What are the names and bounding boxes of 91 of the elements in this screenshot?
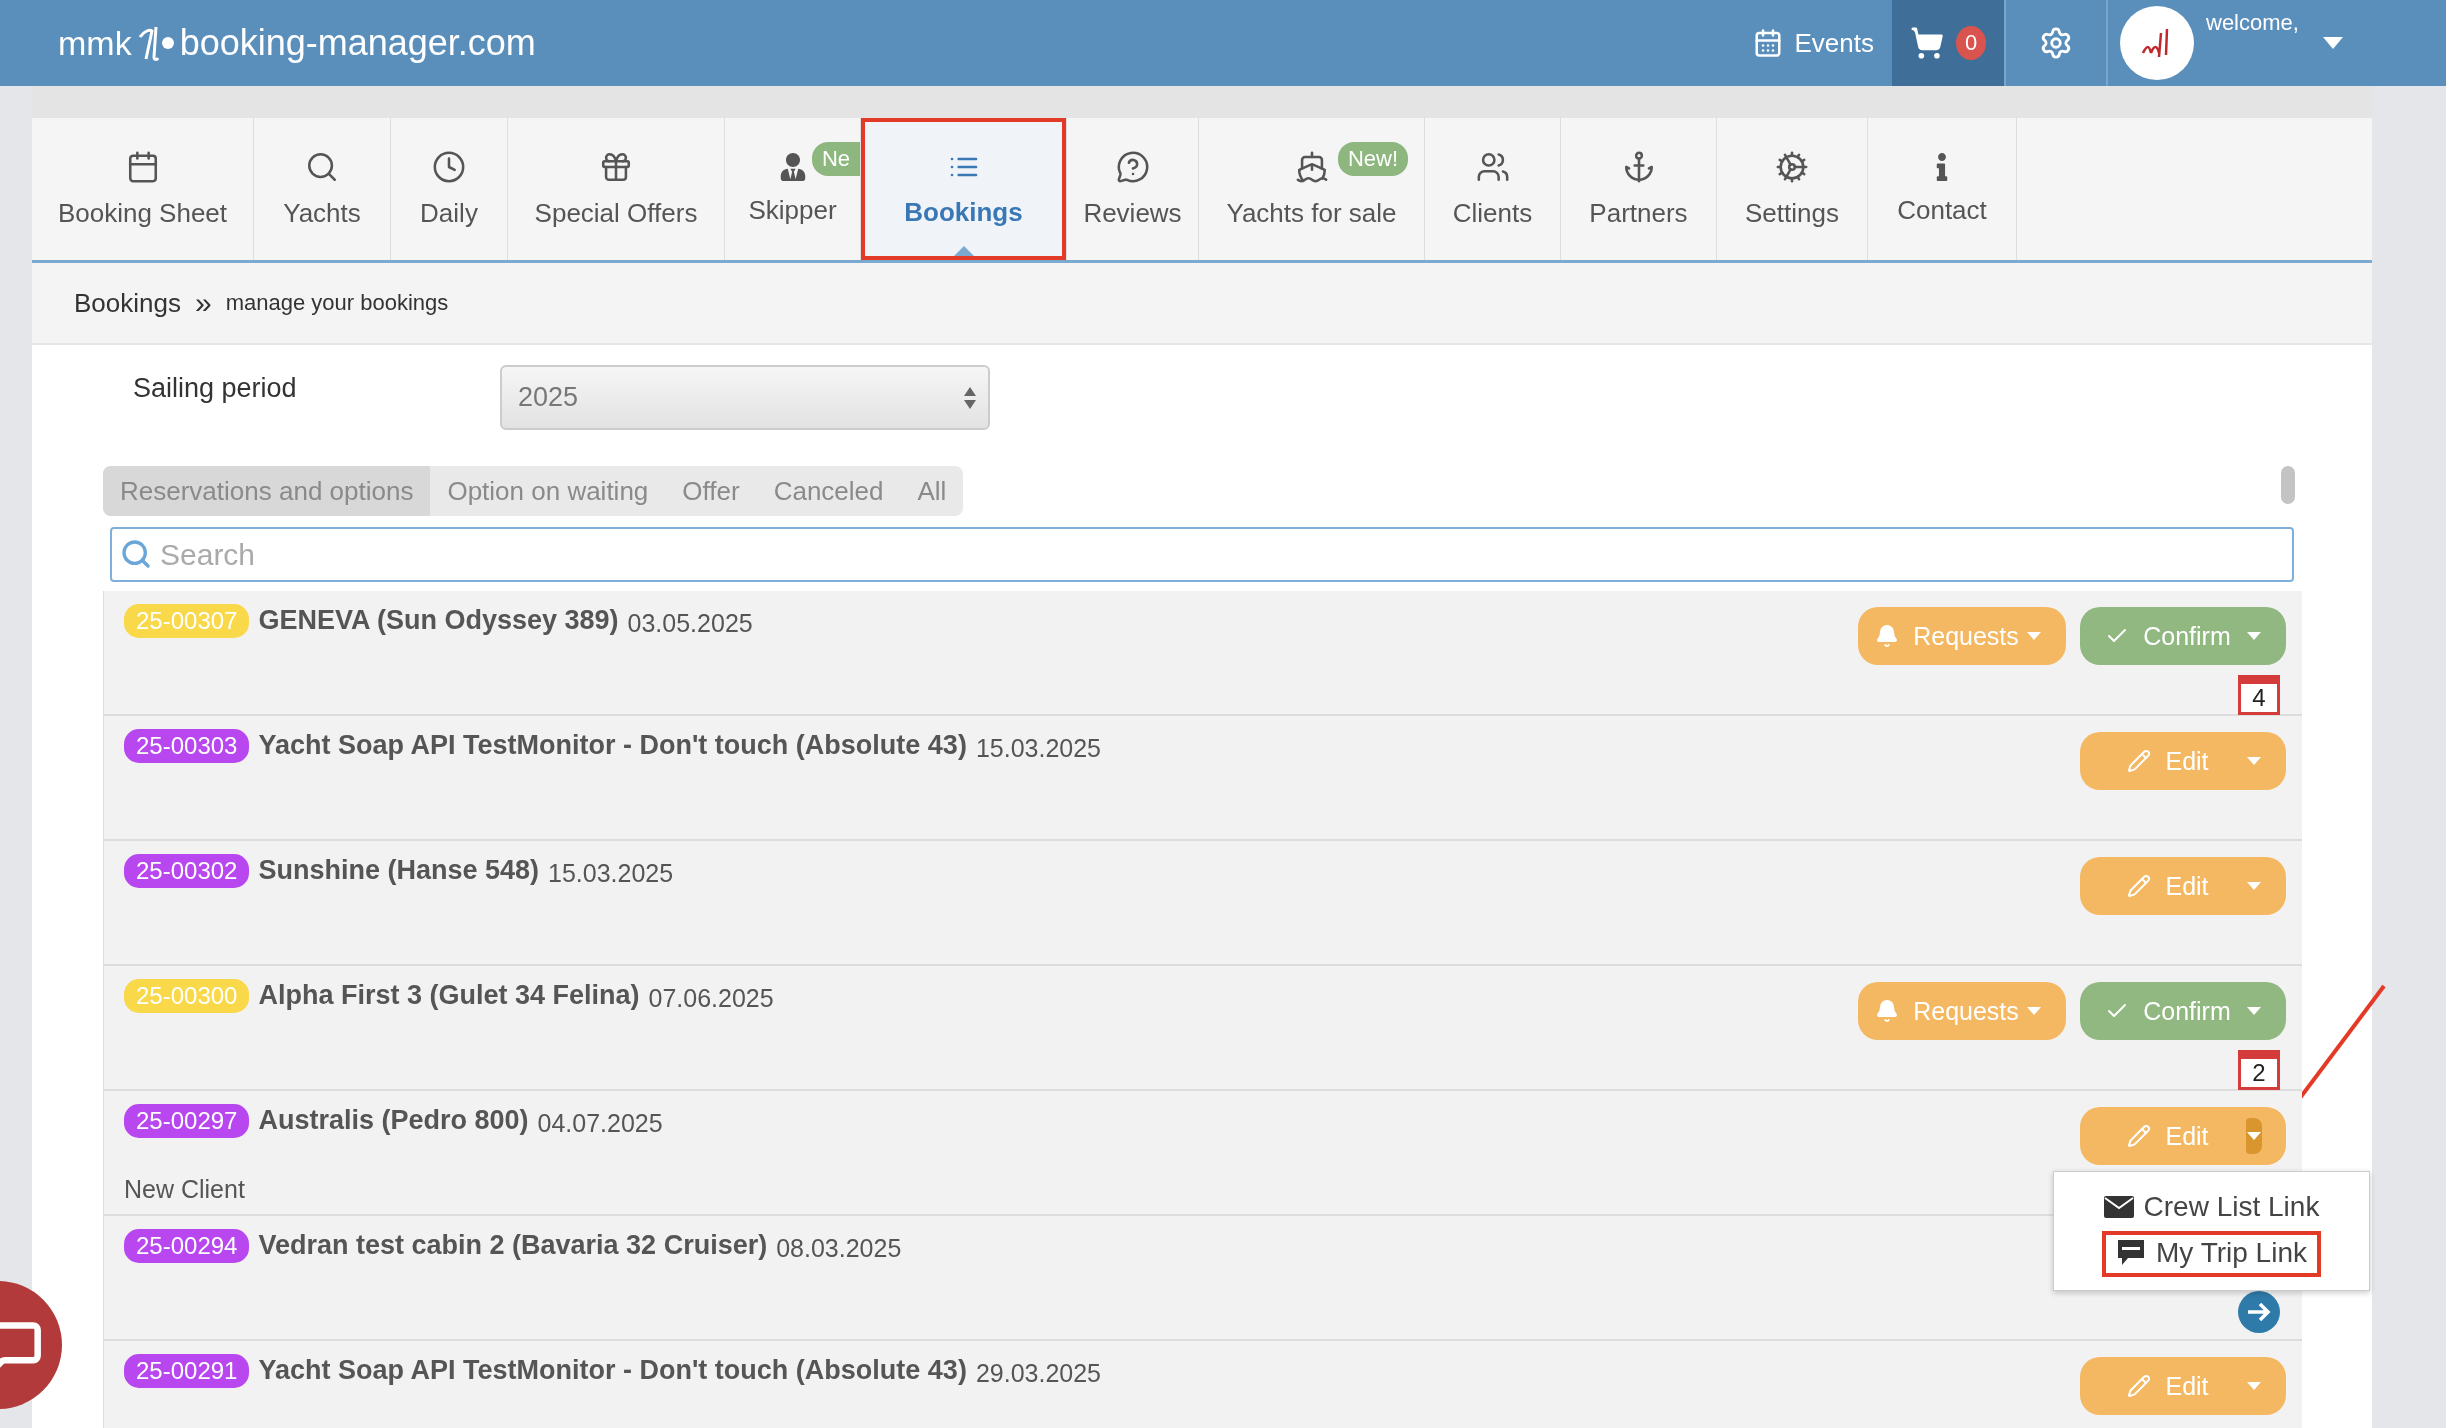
booking-row[interactable]: 25-00291 Yacht Soap API TestMonitor - Don't touch (Absolute 43) 29.03.2025 Edit	[103, 1341, 2302, 1428]
nav-tab[interactable]: Reviews	[1067, 118, 1199, 260]
logo-text: mmk	[58, 23, 132, 63]
clock-icon	[432, 149, 466, 184]
booking-title: Alpha First 3 (Gulet 34 Felina)	[258, 980, 640, 1011]
captain-icon	[778, 152, 807, 181]
nav-tab[interactable]: Clients	[1425, 118, 1561, 260]
booking-note: New Client	[124, 1175, 246, 1204]
ship-icon	[1294, 149, 1329, 184]
bell-icon	[1875, 624, 1900, 648]
speech-bubble-icon	[1115, 149, 1150, 184]
sailing-period-select[interactable]: 2025	[500, 365, 990, 430]
breadcrumb-title: Bookings	[74, 287, 181, 319]
breadcrumb-subtitle: manage your bookings	[225, 290, 449, 316]
pencil-icon	[2127, 1124, 2152, 1148]
booking-row[interactable]: 25-00303 Yacht Soap API TestMonitor - Don't touch (Absolute 43) 15.03.2025 Edit	[103, 716, 2302, 841]
cart-count: 0	[1956, 26, 1986, 60]
booking-id-badge: 25-00300	[124, 978, 250, 1013]
welcome-text: welcome,	[2206, 10, 2299, 36]
caret-icon	[2027, 632, 2041, 640]
booking-id-badge: 25-00297	[124, 1103, 250, 1138]
pencil-icon	[2127, 749, 2152, 773]
calendar-icon	[1752, 28, 1783, 58]
cart-icon	[1910, 26, 1944, 60]
booking-date: 15.03.2025	[548, 859, 674, 888]
calendar-count: 2	[2238, 1050, 2280, 1090]
booking-date: 03.05.2025	[627, 609, 753, 638]
scrollbar-thumb[interactable]	[2281, 466, 2295, 504]
nav-tab[interactable]: New! Yachts for sale	[1199, 118, 1425, 260]
caret-icon	[2247, 1382, 2261, 1390]
booking-date: 08.03.2025	[776, 1234, 902, 1263]
booking-id-badge: 25-00291	[124, 1353, 250, 1388]
nav-tab[interactable]: Settings	[1717, 118, 1868, 260]
caret-icon	[2247, 1132, 2261, 1140]
updown-arrows-icon	[964, 386, 976, 409]
dropdown-toggle[interactable]	[2026, 607, 2066, 665]
nav-tab[interactable]: Yachts	[254, 118, 391, 260]
calendar-count: 4	[2238, 675, 2280, 715]
new-badge: Ne	[811, 142, 860, 176]
booking-row[interactable]: 25-00307 GENEVA (Sun Odyssey 389) 03.05.2025 Requests Confirm 4	[103, 591, 2302, 716]
booking-date: 07.06.2025	[648, 984, 774, 1013]
booking-date: 29.03.2025	[975, 1359, 1101, 1388]
caret-icon[interactable]	[2322, 37, 2343, 49]
caret-icon	[2247, 757, 2261, 765]
nav-tab[interactable]: Special Offers	[508, 118, 725, 260]
envelope-icon	[2103, 1196, 2134, 1218]
logo-text: booking-manager.com	[179, 22, 536, 64]
booking-title: Sunshine (Hanse 548)	[258, 855, 540, 886]
gears-icon	[1775, 149, 1809, 184]
booking-title: Australis (Pedro 800)	[258, 1105, 529, 1136]
dropdown-toggle[interactable]	[2026, 982, 2066, 1040]
search-icon	[120, 538, 152, 570]
booking-date: 15.03.2025	[975, 734, 1101, 763]
booking-title: Vedran test cabin 2 (Bavaria 32 Cruiser)	[258, 1230, 768, 1261]
caret-icon	[2247, 632, 2261, 640]
caret-icon	[2247, 882, 2261, 890]
menu-item[interactable]: My Trip Link	[2102, 1231, 2321, 1277]
nav-tab[interactable]: Daily	[391, 118, 508, 260]
booking-title: Yacht Soap API TestMonitor - Don't touch (Absolute 43)	[258, 1355, 967, 1386]
booking-id-badge: 25-00303	[124, 728, 250, 763]
dropdown-toggle[interactable]	[2246, 982, 2286, 1040]
booking-id-badge: 25-00294	[124, 1228, 250, 1263]
dropdown-toggle[interactable]	[2246, 732, 2286, 790]
sailing-period-label: Sailing period	[132, 372, 298, 404]
nav-tab[interactable]: Ne Skipper	[725, 118, 861, 260]
nav-tab[interactable]: Booking Sheet	[32, 118, 254, 260]
bell-icon	[1875, 999, 1900, 1023]
cart-button[interactable]: 0	[1892, 0, 2004, 86]
caret-icon	[2027, 1007, 2041, 1015]
booking-id-badge: 25-00302	[124, 853, 250, 888]
booking-title: GENEVA (Sun Odyssey 389)	[258, 605, 619, 636]
booking-id-badge: 25-00307	[124, 603, 250, 638]
nav-tab[interactable]: Bookings	[861, 118, 1067, 260]
pencil-icon	[2127, 1374, 2152, 1398]
settings-icon[interactable]	[2039, 26, 2073, 60]
pencil-icon	[2127, 874, 2152, 898]
dropdown-toggle[interactable]	[2246, 857, 2286, 915]
booking-title: Yacht Soap API TestMonitor - Don't touch (Absolute 43)	[258, 730, 967, 761]
dropdown-toggle[interactable]	[2246, 1107, 2286, 1165]
booking-row[interactable]: 25-00300 Alpha First 3 (Gulet 34 Felina) 07.06.2025 Requests Confirm 2	[103, 966, 2302, 1091]
breadcrumb-separator: »	[194, 286, 212, 320]
events-link[interactable]: Events	[1752, 0, 1892, 86]
search-field[interactable]: Search	[110, 527, 2294, 582]
booking-row[interactable]: 25-00302 Sunshine (Hanse 548) 15.03.2025 Edit	[103, 841, 2302, 966]
dropdown-toggle[interactable]	[2246, 1357, 2286, 1415]
new-badge: New!	[1337, 142, 1408, 176]
nav-tab[interactable]: Contact	[1868, 118, 2017, 260]
caret-icon	[2247, 1007, 2261, 1015]
nav-tab[interactable]: Partners	[1561, 118, 1717, 260]
dropdown-toggle[interactable]	[2246, 607, 2286, 665]
booking-date: 04.07.2025	[537, 1109, 663, 1138]
